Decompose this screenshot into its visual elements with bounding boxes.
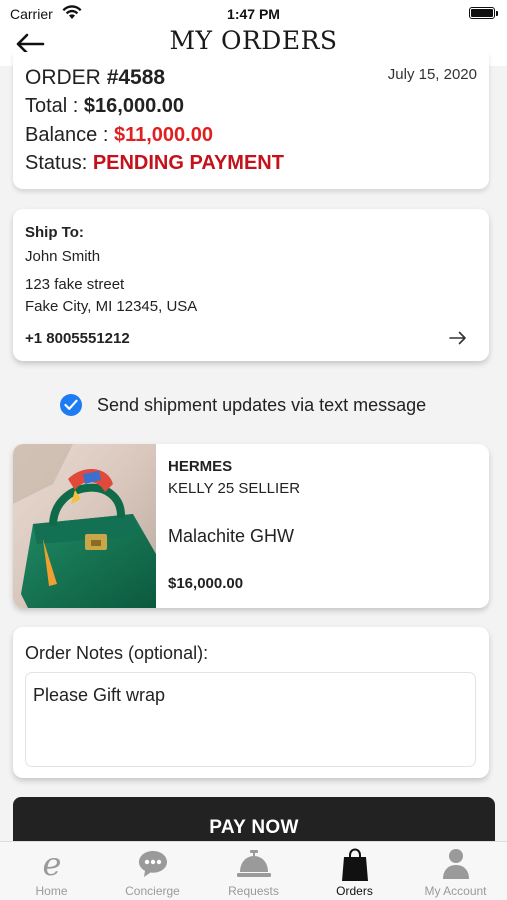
total-value: $16,000.00 — [83, 95, 185, 117]
checkbox-checked-icon[interactable] — [60, 394, 82, 416]
order-notes-label: Order Notes (optional): — [25, 643, 209, 663]
product-model: KELLY 25 SELLIER — [168, 480, 301, 497]
phone-number: +1 8005551212 — [25, 330, 130, 347]
street-address: 123 fake street — [25, 276, 125, 293]
status-bar: Carrier 1:47 PM — [0, 0, 507, 26]
shopping-bag-icon — [340, 848, 370, 887]
product-image — [13, 444, 156, 608]
recipient-name: John Smith — [25, 248, 101, 265]
status-value: PENDING PAYMENT — [92, 152, 284, 174]
bottom-tab-bar: e Home Concierge Requests Orders My Acco… — [0, 841, 507, 900]
tab-requests[interactable]: Requests — [203, 842, 304, 900]
order-date: July 15, 2020 — [387, 66, 477, 83]
home-e-icon: e — [37, 845, 67, 885]
ship-to-label: Ship To: — [25, 224, 84, 241]
battery-icon — [469, 7, 495, 19]
order-number-label: ORDER — [25, 66, 107, 89]
order-notes-input[interactable] — [25, 672, 476, 767]
tab-my-account[interactable]: My Account — [405, 842, 506, 900]
order-number-value: #4588 — [106, 66, 166, 89]
product-color: Malachite GHW — [168, 526, 295, 546]
service-bell-icon — [236, 848, 272, 885]
tab-home-label: Home — [35, 884, 68, 898]
city-address: Fake City, MI 12345, USA — [25, 298, 198, 315]
total-label: Total : — [25, 95, 84, 117]
status-label: Status: — [25, 152, 93, 174]
balance-value: $11,000.00 — [113, 124, 213, 146]
tab-requests-label: Requests — [228, 884, 279, 898]
product-brand: HERMES — [168, 458, 233, 475]
clock-time: 1:47 PM — [227, 6, 280, 22]
tab-orders[interactable]: Orders — [304, 842, 405, 900]
order-notes-card: Order Notes (optional): — [13, 627, 489, 778]
order-total: Total : $16,000.00 — [25, 95, 184, 118]
battery-cap — [496, 11, 498, 16]
arrow-right-icon[interactable] — [449, 331, 467, 350]
order-summary-card: ORDER #4588 July 15, 2020 Total : $16,00… — [13, 52, 489, 189]
sms-updates-label: Send shipment updates via text message — [97, 395, 427, 415]
chat-bubble-icon — [137, 848, 169, 885]
order-balance: Balance : $11,000.00 — [25, 124, 213, 147]
product-card[interactable]: HERMES KELLY 25 SELLIER Malachite GHW $1… — [13, 444, 489, 608]
tab-concierge[interactable]: Concierge — [102, 842, 203, 900]
tab-home[interactable]: e Home — [1, 842, 102, 900]
tab-concierge-label: Concierge — [125, 884, 180, 898]
svg-text:e: e — [42, 848, 61, 880]
person-icon — [442, 848, 470, 885]
order-number: ORDER #4588 — [25, 66, 165, 90]
product-price: $16,000.00 — [168, 575, 244, 592]
shipping-address-card[interactable]: Ship To: John Smith 123 fake street Fake… — [13, 209, 489, 361]
balance-label: Balance : — [25, 124, 114, 146]
tab-orders-label: Orders — [336, 884, 373, 898]
tab-my-account-label: My Account — [424, 884, 487, 898]
order-status: Status: PENDING PAYMENT — [25, 152, 284, 175]
